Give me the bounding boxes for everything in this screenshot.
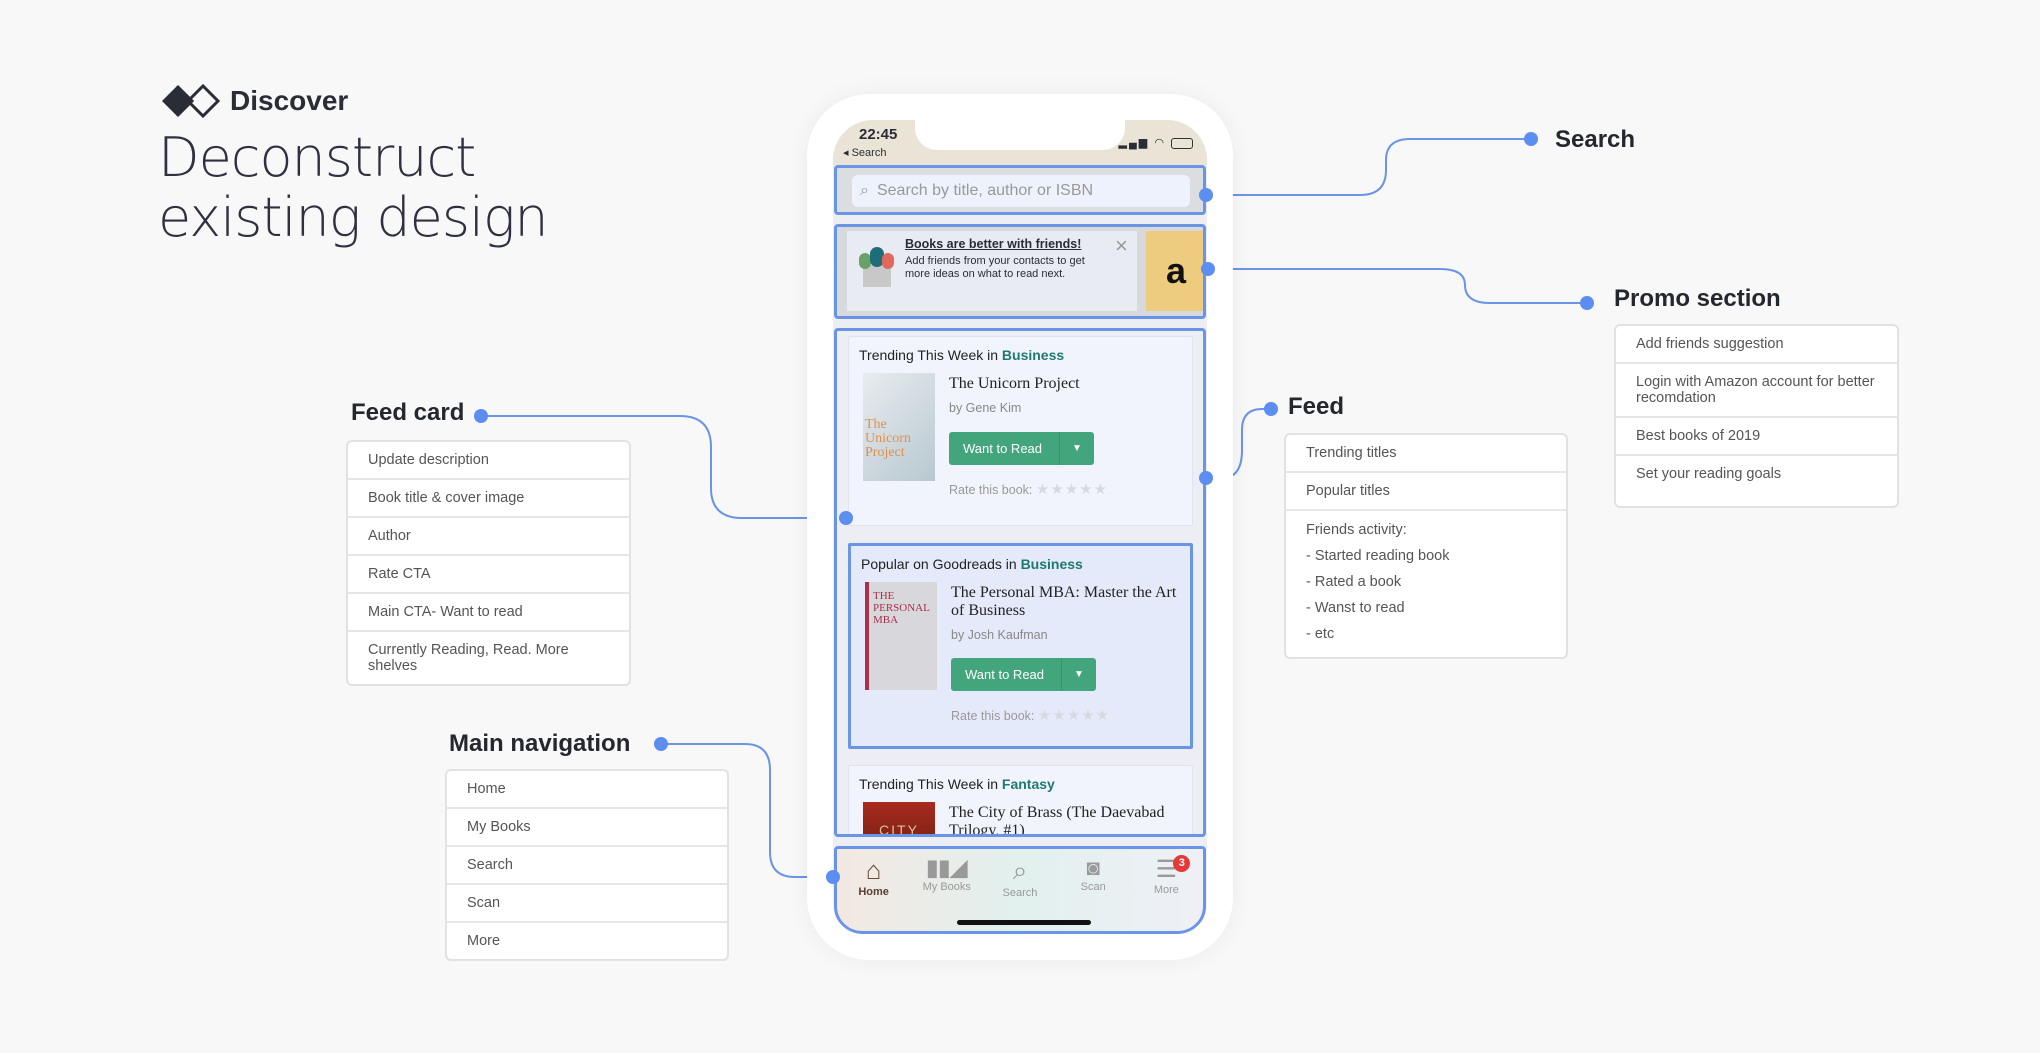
annotation-item: Search [447, 847, 727, 885]
search-placeholder: Search by title, author or ISBN [876, 182, 1094, 199]
annotation-item: Currently Reading, Read. More shelves [368, 642, 569, 674]
want-to-read-button[interactable]: Want to Read ▼ [951, 658, 1096, 691]
close-icon[interactable]: × [1115, 233, 1128, 259]
home-icon: ⌂ [865, 855, 882, 885]
status-bar: 22:45 ◂ Search ▂▄▆ ◠ [833, 120, 1207, 165]
main-navigation: ⌂ Home ▮▮◢ My Books ⌕ Search ◙ Scan ☰ More 3 [834, 846, 1206, 934]
promo-annotation-list: Add friends suggestion Login with Amazon… [1614, 324, 1899, 508]
genre-link[interactable]: Business [1021, 556, 1083, 572]
main-nav-annotation-label: Main navigation [449, 730, 631, 757]
annotation-item: Home [447, 771, 727, 809]
feed-card[interactable]: Popular on Goodreads in Business THE PER… [848, 543, 1193, 749]
annotation-item: Popular titles [1286, 473, 1566, 511]
annotation-item: Rate CTA [348, 556, 629, 594]
rate-book[interactable]: Rate this book: ★★★★★ [951, 706, 1110, 724]
notch [915, 120, 1125, 150]
annotation-item: Login with Amazon account for better rec… [1616, 364, 1897, 418]
search-section: ⌕ Search by title, author or ISBN [834, 165, 1206, 215]
friends-icon [857, 245, 897, 289]
promo-annotation-label: Promo section [1614, 285, 1781, 312]
connector-dot [1524, 132, 1538, 146]
connector-dot [1199, 188, 1213, 202]
annotation-item: Best books of 2019 [1616, 418, 1897, 456]
promo-text: Add friends from your contacts to get mo… [905, 255, 1085, 280]
connector-dot [654, 737, 668, 751]
connector-dot [839, 511, 853, 525]
feed-card[interactable]: Trending This Week in Fantasy CITY The C… [848, 765, 1193, 834]
main-nav-annotation-list: Home My Books Search Scan More [445, 769, 729, 961]
feed-annotation-label: Feed [1288, 393, 1345, 420]
annotation-item: More [467, 933, 501, 949]
search-input[interactable]: ⌕ Search by title, author or ISBN [852, 175, 1190, 207]
book-author[interactable]: by Josh Kaufman [951, 628, 1048, 642]
want-to-read-button[interactable]: Want to Read ▼ [949, 432, 1094, 465]
status-icons: ▂▄▆ ◠ [1119, 136, 1193, 149]
search-icon: ⌕ [860, 182, 869, 199]
book-author[interactable]: by Gene Kim [949, 401, 1021, 415]
card-heading: Trending This Week in Fantasy [859, 776, 1055, 792]
nav-scan[interactable]: ◙ Scan [1063, 855, 1123, 899]
add-friends-promo[interactable]: Books are better with friends! Add frien… [847, 231, 1137, 311]
nav-home[interactable]: ⌂ Home [844, 855, 904, 899]
connector-dot [1264, 402, 1278, 416]
home-indicator [957, 920, 1091, 925]
annotation-item: Trending titles [1286, 435, 1566, 473]
annotation-item: Friends activity: - Started reading book -… [1306, 522, 1450, 642]
book-title[interactable]: The Unicorn Project [949, 375, 1189, 393]
chevron-down-icon[interactable]: ▼ [1059, 432, 1094, 465]
signal-icon: ▂▄▆ [1118, 137, 1150, 149]
amazon-logo-icon[interactable]: a [1146, 231, 1203, 311]
annotation-item: Book title & cover image [348, 480, 629, 518]
rate-book[interactable]: Rate this book: ★★★★★ [949, 480, 1108, 498]
card-heading: Popular on Goodreads in Business [861, 556, 1083, 572]
promo-section: Books are better with friends! Add frien… [834, 224, 1206, 319]
book-cover[interactable]: THE PERSONAL MBA [865, 582, 937, 690]
annotation-item: Update description [348, 442, 629, 480]
status-time: 22:45 [859, 126, 898, 143]
annotation-item: Scan [447, 885, 727, 923]
connector-dot [1199, 471, 1213, 485]
search-annotation-label: Search [1555, 126, 1636, 153]
card-heading: Trending This Week in Business [859, 347, 1065, 363]
genre-link[interactable]: Fantasy [1002, 776, 1055, 792]
camera-icon: ◙ [1086, 855, 1100, 880]
annotation-item: Main CTA- Want to read [348, 594, 629, 632]
feed-card-annotation-label: Feed card [351, 399, 465, 426]
connector-dot [826, 870, 840, 884]
back-link[interactable]: ◂ Search [843, 146, 886, 159]
genre-link[interactable]: Business [1002, 347, 1064, 363]
annotation-item: Set your reading goals [1636, 466, 1782, 482]
star-rating-icon[interactable]: ★★★★★ [1036, 481, 1108, 498]
nav-my-books[interactable]: ▮▮◢ My Books [917, 855, 977, 899]
book-title[interactable]: The City of Brass (The Daevabad Trilogy,… [949, 804, 1189, 834]
books-icon: ▮▮◢ [926, 855, 968, 880]
chevron-down-icon[interactable]: ▼ [1061, 658, 1096, 691]
nav-more[interactable]: ☰ More 3 [1136, 855, 1196, 899]
annotation-item: My Books [447, 809, 727, 847]
book-title[interactable]: The Personal MBA: Master the Art of Busi… [951, 584, 1191, 620]
connector-dot [1201, 262, 1215, 276]
feed-annotation-list: Trending titles Popular titles Friends a… [1284, 433, 1568, 659]
wifi-icon: ◠ [1154, 137, 1166, 149]
book-cover[interactable]: The Unicorn Project [863, 373, 935, 481]
annotation-item: Author [348, 518, 629, 556]
connector-dot [1580, 296, 1594, 310]
feed-section: Trending This Week in Business The Unico… [834, 328, 1206, 837]
feed-card[interactable]: Trending This Week in Business The Unico… [848, 336, 1193, 526]
nav-search[interactable]: ⌕ Search [990, 855, 1050, 899]
connector-dot [474, 409, 488, 423]
promo-title[interactable]: Books are better with friends! [905, 237, 1081, 251]
phone-screen: 22:45 ◂ Search ▂▄▆ ◠ ⌕ Search by title, a… [833, 120, 1207, 934]
battery-icon [1171, 137, 1193, 149]
search-icon: ⌕ [1012, 855, 1028, 885]
book-cover[interactable]: CITY [863, 802, 935, 834]
feed-card-annotation-list: Update description Book title & cover im… [346, 440, 631, 686]
annotation-item: Add friends suggestion [1616, 326, 1897, 364]
star-rating-icon[interactable]: ★★★★★ [1038, 707, 1110, 724]
notification-badge: 3 [1173, 855, 1191, 872]
